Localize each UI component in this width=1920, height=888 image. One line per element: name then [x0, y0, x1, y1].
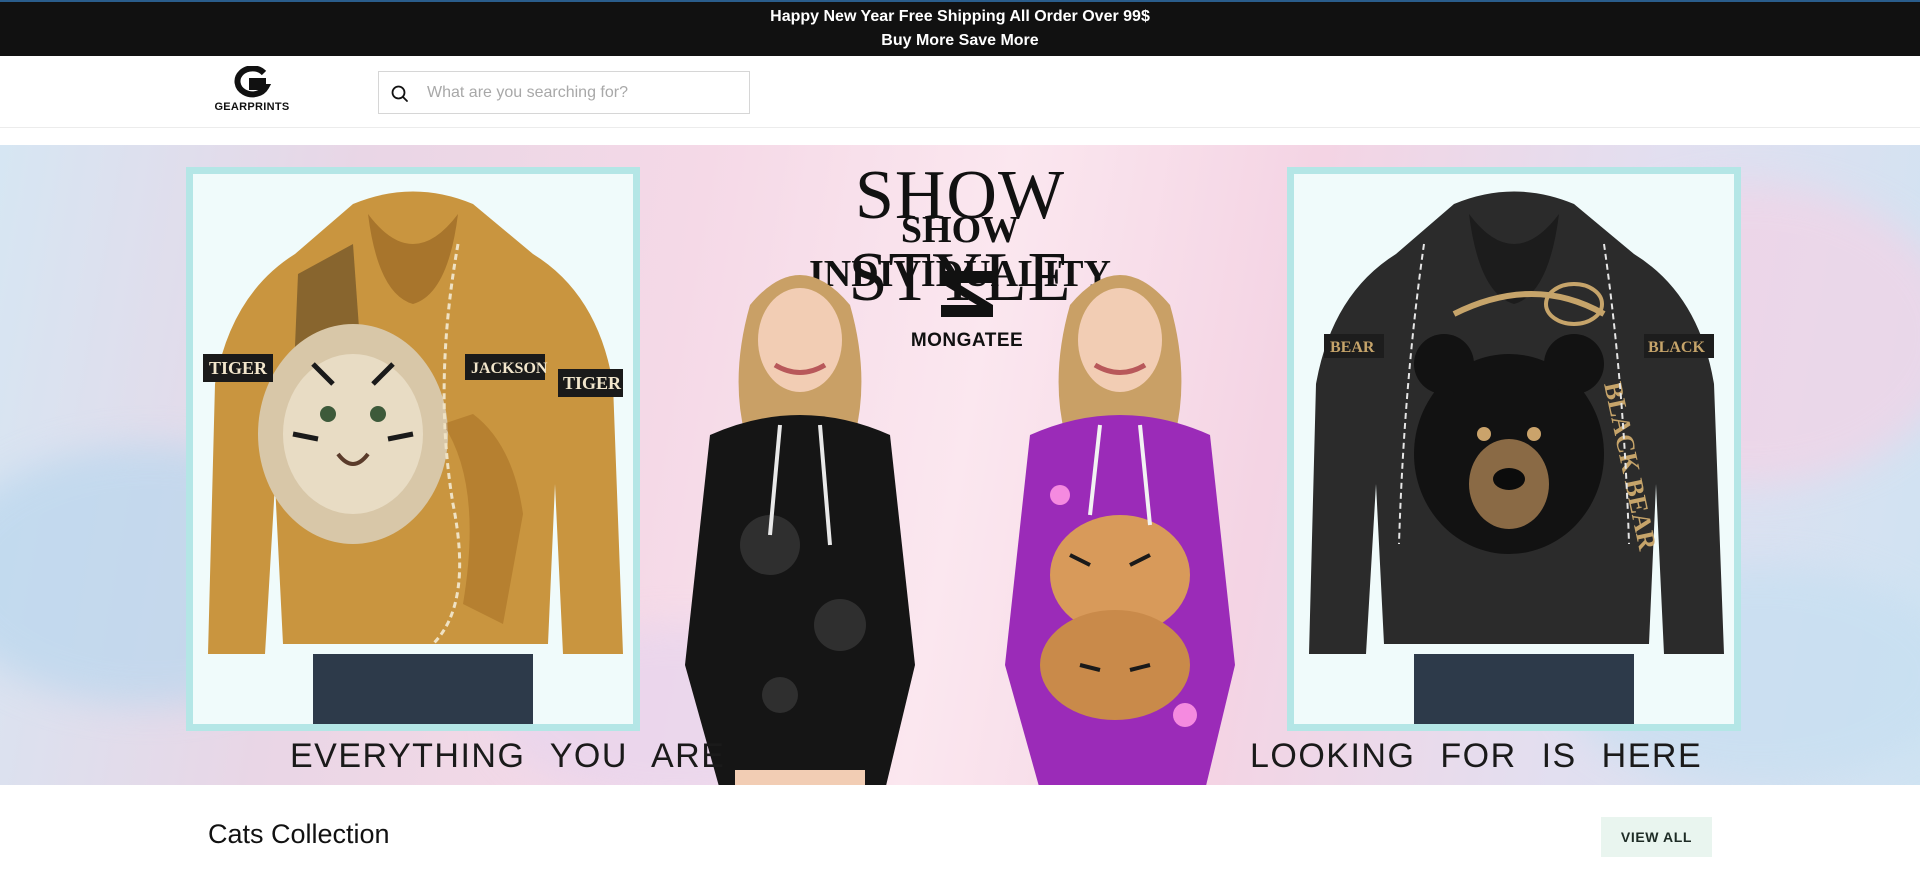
announcement-line-1: Happy New Year Free Shipping All Order O… — [770, 8, 1150, 25]
announcement-line-2: Buy More Save More — [881, 32, 1039, 49]
site-header: GEARPRINTS — [0, 56, 1920, 128]
search-input[interactable] — [427, 72, 737, 113]
tiger-hoodie-image: TIGER JACKSON TIGER — [203, 184, 623, 724]
search-box[interactable] — [378, 71, 750, 114]
search-icon[interactable] — [390, 84, 410, 104]
bear-hoodie-frame[interactable]: BEAR BLACK BLACK BEAR — [1287, 167, 1741, 731]
bear-hoodie-image: BEAR BLACK BLACK BEAR — [1304, 184, 1724, 724]
tiger-sleeve-text-right: TIGER — [563, 373, 622, 393]
mongatee-logo-icon — [941, 271, 993, 317]
tiger-sleeve-text: TIGER — [209, 358, 268, 378]
gearprints-logo-icon — [234, 66, 272, 98]
black-cat-dress-model — [685, 275, 915, 785]
site-logo[interactable]: GEARPRINTS — [212, 66, 292, 114]
hero-banner[interactable]: TIGER JACKSON TIGER BEAR BLACK BLACK BEA… — [0, 145, 1920, 785]
hero-tagline-left: EVERYTHING YOU ARE — [290, 737, 726, 775]
black-sleeve-text: BLACK — [1648, 339, 1705, 356]
jackson-name-text: JACKSON — [471, 360, 548, 377]
collection-header: Cats Collection VIEW ALL — [0, 800, 1920, 888]
logo-text: GEARPRINTS — [214, 101, 290, 113]
galaxy-tiger-dress-model — [1005, 275, 1235, 785]
tiger-hoodie-frame[interactable]: TIGER JACKSON TIGER — [186, 167, 640, 731]
hero-tagline-right: LOOKING FOR IS HERE — [1250, 737, 1703, 775]
section-title: Cats Collection — [208, 819, 390, 849]
announcement-bar: Happy New Year Free Shipping All Order O… — [0, 0, 1920, 56]
bear-sleeve-text: BEAR — [1330, 339, 1375, 356]
view-all-button[interactable]: VIEW ALL — [1601, 817, 1712, 857]
